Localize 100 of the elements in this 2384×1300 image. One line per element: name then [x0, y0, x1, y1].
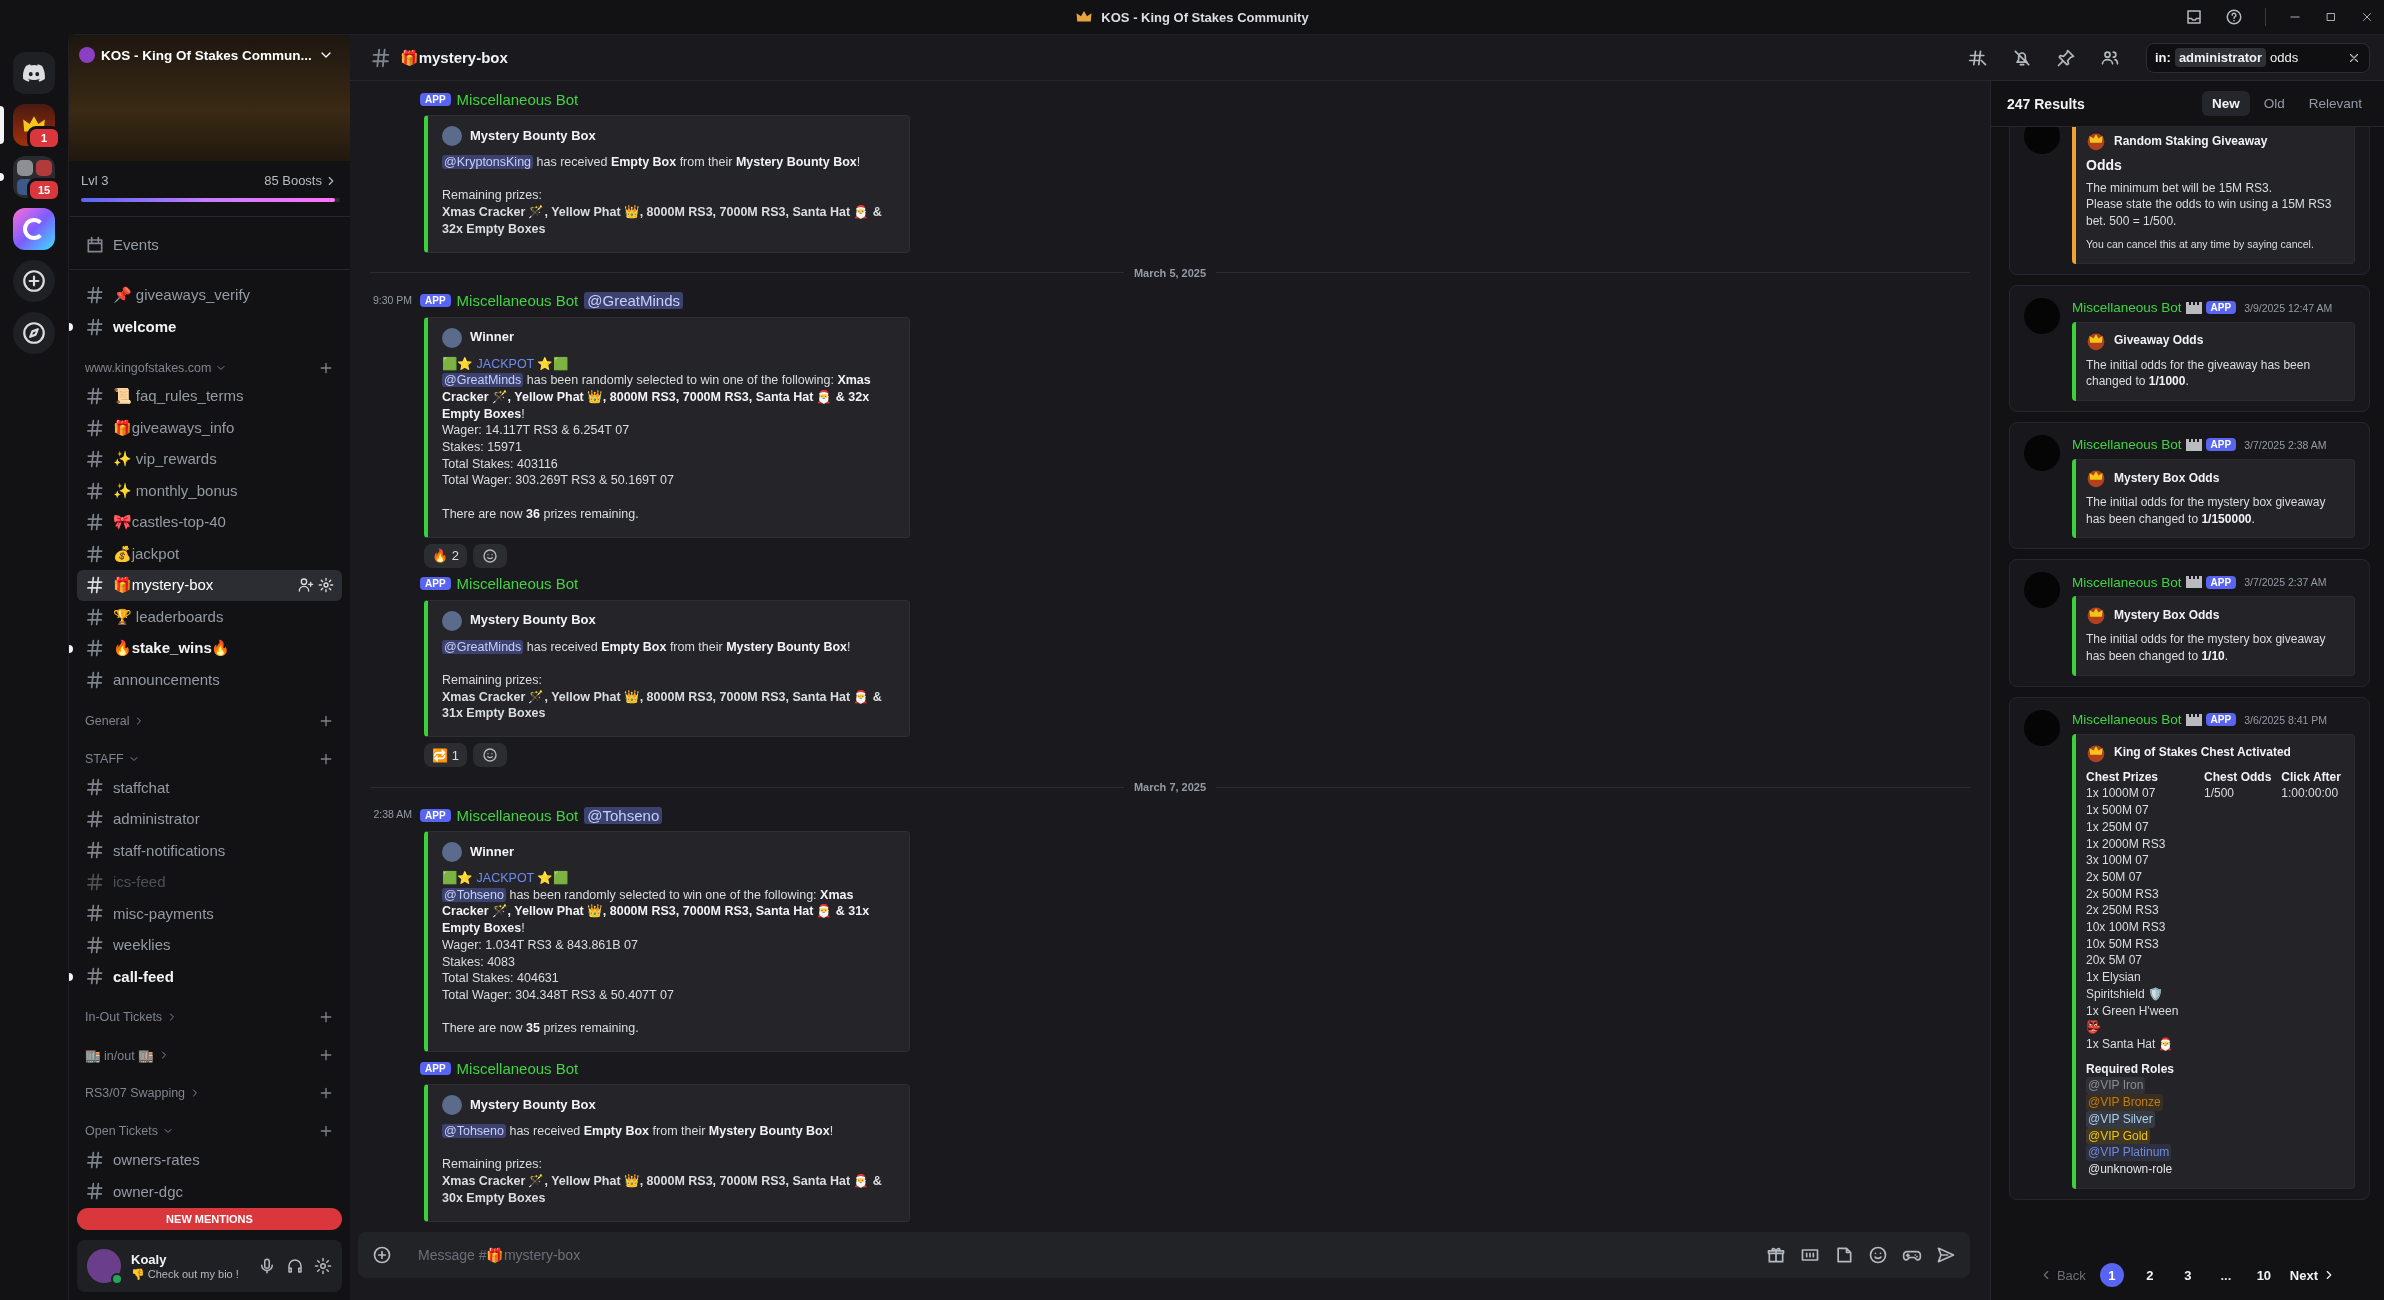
plus-icon[interactable] — [372, 1245, 392, 1265]
add-server-button[interactable] — [13, 260, 55, 302]
role-mention[interactable]: @VIP Gold — [2086, 1127, 2150, 1145]
category-header[interactable]: Open Tickets — [77, 1118, 342, 1144]
author-name[interactable]: Miscellaneous Bot — [456, 575, 579, 592]
user-mention[interactable]: @GreatMinds — [584, 292, 684, 309]
user-mention[interactable]: @Tohseno — [584, 806, 663, 824]
sticker-icon[interactable] — [1834, 1245, 1854, 1265]
channel-item[interactable]: call-feed — [77, 960, 342, 992]
category-header[interactable]: www.kingofstakes.com — [77, 354, 342, 381]
headphones-icon[interactable] — [286, 1257, 304, 1275]
settings-icon[interactable] — [318, 577, 334, 594]
discover-button[interactable] — [13, 312, 55, 354]
channel-item[interactable]: 🎀castles-top-40 — [77, 506, 342, 538]
channel-item[interactable]: misc-payments — [77, 897, 342, 929]
app-tag: APP — [2205, 301, 2237, 314]
threads-icon[interactable] — [1968, 47, 1988, 68]
search-filter-chip[interactable]: administrator — [2174, 48, 2266, 67]
sort-tab[interactable]: New — [2201, 91, 2250, 116]
search-field[interactable]: in: administrator odds — [2146, 42, 2370, 73]
plus-icon[interactable] — [318, 1009, 334, 1025]
category-header[interactable]: RS3/07 Swapping — [77, 1080, 342, 1106]
message-input[interactable]: Message #🎁mystery-box — [358, 1232, 1970, 1278]
channel-item[interactable]: 🎁giveaways_info — [77, 412, 342, 444]
sort-tab[interactable]: Relevant — [2298, 91, 2372, 116]
page-button[interactable]: 1 — [2099, 1263, 2124, 1287]
channel-item[interactable]: 📜 faq_rules_terms — [77, 380, 342, 412]
result-card[interactable] — [2009, 696, 2370, 1200]
plus-icon[interactable] — [318, 1047, 334, 1063]
category-header[interactable]: In-Out Tickets — [77, 1004, 342, 1030]
reaction-button[interactable]: 🔥 2 — [424, 543, 468, 568]
result-card[interactable]: Random Staking Giveaway Odds The minimum bet will be 15M RS3. Please state the odds to win using a 15M RS3 bet. 500 = 1/500. You can cancel this at any time by saying cancel. — [2009, 127, 2370, 275]
user-avatar[interactable] — [87, 1249, 121, 1283]
author-name[interactable]: Miscellaneous Bot — [456, 90, 579, 108]
role-mention[interactable]: @VIP Platinum — [2086, 1144, 2172, 1161]
channel-item[interactable]: ✨ vip_rewards — [77, 443, 342, 475]
user-mention[interactable]: @GreatMinds — [442, 373, 524, 388]
emoji-icon[interactable] — [1868, 1245, 1888, 1265]
plus-icon[interactable] — [318, 1085, 334, 1101]
home-button[interactable] — [13, 52, 55, 94]
server-name-button[interactable]: KOS - King Of Stakes Commun... — [69, 35, 350, 75]
microphone-icon[interactable] — [258, 1257, 276, 1275]
help-icon[interactable] — [2225, 8, 2243, 26]
page-button[interactable]: 2 — [2137, 1263, 2162, 1287]
message-input-field[interactable]: Message #🎁mystery-box — [416, 1246, 1752, 1264]
role-mention[interactable]: @unknown-role — [2086, 1160, 2175, 1178]
channel-item[interactable]: 🏆 leaderboards — [77, 601, 342, 633]
result-card[interactable]: Miscellaneous Bot APP 3/9/2025 12:47 AM Giveaway Odds The initial odds for the giveaway has been changed to 1/1000. — [2009, 284, 2370, 412]
user-mention[interactable]: @GreatMinds — [442, 639, 524, 654]
role-mention[interactable]: @VIP Bronze — [2086, 1094, 2163, 1111]
author-name[interactable]: Miscellaneous Bot — [456, 292, 579, 309]
category-header[interactable]: STAFF — [77, 745, 342, 772]
channel-item[interactable]: 📌 giveaways_verify — [77, 279, 342, 311]
settings-icon[interactable] — [314, 1257, 332, 1275]
author-name[interactable]: Miscellaneous Bot — [456, 1059, 579, 1077]
author-name[interactable]: Miscellaneous Bot — [456, 806, 579, 824]
pin-icon[interactable] — [2056, 47, 2076, 68]
role-mention[interactable]: @VIP Iron — [2086, 1077, 2146, 1095]
send-icon[interactable] — [1936, 1245, 1956, 1265]
add-reaction-button[interactable] — [473, 543, 508, 568]
channel-item[interactable]: owner-dgc — [77, 1175, 342, 1204]
user-mention[interactable]: @KryptonsKing — [442, 155, 534, 169]
reaction-button[interactable]: 🔁 1 — [424, 743, 468, 767]
maximize-icon[interactable] — [2324, 10, 2338, 24]
channel-item[interactable]: staffchat — [77, 771, 342, 803]
user-mention[interactable]: @Tohseno — [442, 887, 506, 902]
role-mention[interactable]: @VIP Silver — [2086, 1110, 2155, 1128]
add-reaction-button[interactable] — [473, 743, 508, 767]
boost-count[interactable]: 85 Boosts — [264, 173, 322, 188]
gift-icon[interactable] — [1766, 1245, 1786, 1265]
channel-item[interactable]: 🔥stake_wins🔥 — [77, 632, 342, 664]
channel-item[interactable]: ✨ monthly_bonus — [77, 475, 342, 507]
channel-item[interactable]: welcome — [77, 311, 342, 343]
category-header[interactable]: 🏬 in/out 🏬 — [77, 1042, 342, 1068]
new-mentions-button[interactable]: NEW MENTIONS — [77, 1208, 342, 1230]
muted-bell-icon[interactable] — [2012, 47, 2032, 68]
channel-item[interactable]: announcements — [77, 664, 342, 696]
embed-title: Giveaway Odds — [2114, 332, 2204, 349]
result-card[interactable]: Miscellaneous Bot APP 3/7/2025 2:37 AM Mystery Box Odds The initial odds for the mystery box giveaway has been changed to 1/10. — [2009, 559, 2370, 687]
app-tag: APP — [420, 294, 451, 307]
close-icon[interactable] — [2360, 10, 2374, 24]
result-card[interactable]: Miscellaneous Bot APP 3/7/2025 2:38 AM Mystery Box Odds The initial odds for the mystery box giveaway has been changed to 1/150000. — [2009, 421, 2370, 550]
channel-item[interactable]: 🎁mystery-box — [77, 569, 342, 601]
sort-tab[interactable]: Old — [2253, 91, 2295, 116]
channel-item[interactable]: administrator — [77, 803, 342, 835]
add-member-icon[interactable] — [298, 577, 314, 594]
events-item[interactable]: Events — [77, 229, 342, 261]
next-button[interactable]: Next — [2289, 1267, 2337, 1283]
page-button[interactable]: 10 — [2251, 1263, 2276, 1287]
user-status: 👎 Check out my bio ! — [131, 1267, 240, 1281]
channel-item[interactable]: weeklies — [77, 929, 342, 961]
user-mention[interactable]: @Tohseno — [442, 1124, 506, 1139]
server-icon[interactable] — [13, 208, 55, 250]
category-header[interactable]: General — [77, 707, 342, 734]
channel-item[interactable]: staff-notifications — [77, 834, 342, 866]
channel-item[interactable]: owners-rates — [77, 1144, 342, 1176]
inbox-icon[interactable] — [2185, 8, 2203, 26]
page-button[interactable]: 3 — [2175, 1263, 2200, 1287]
plus-icon[interactable] — [318, 1123, 334, 1139]
channel-item[interactable]: 💰jackpot — [77, 538, 342, 570]
